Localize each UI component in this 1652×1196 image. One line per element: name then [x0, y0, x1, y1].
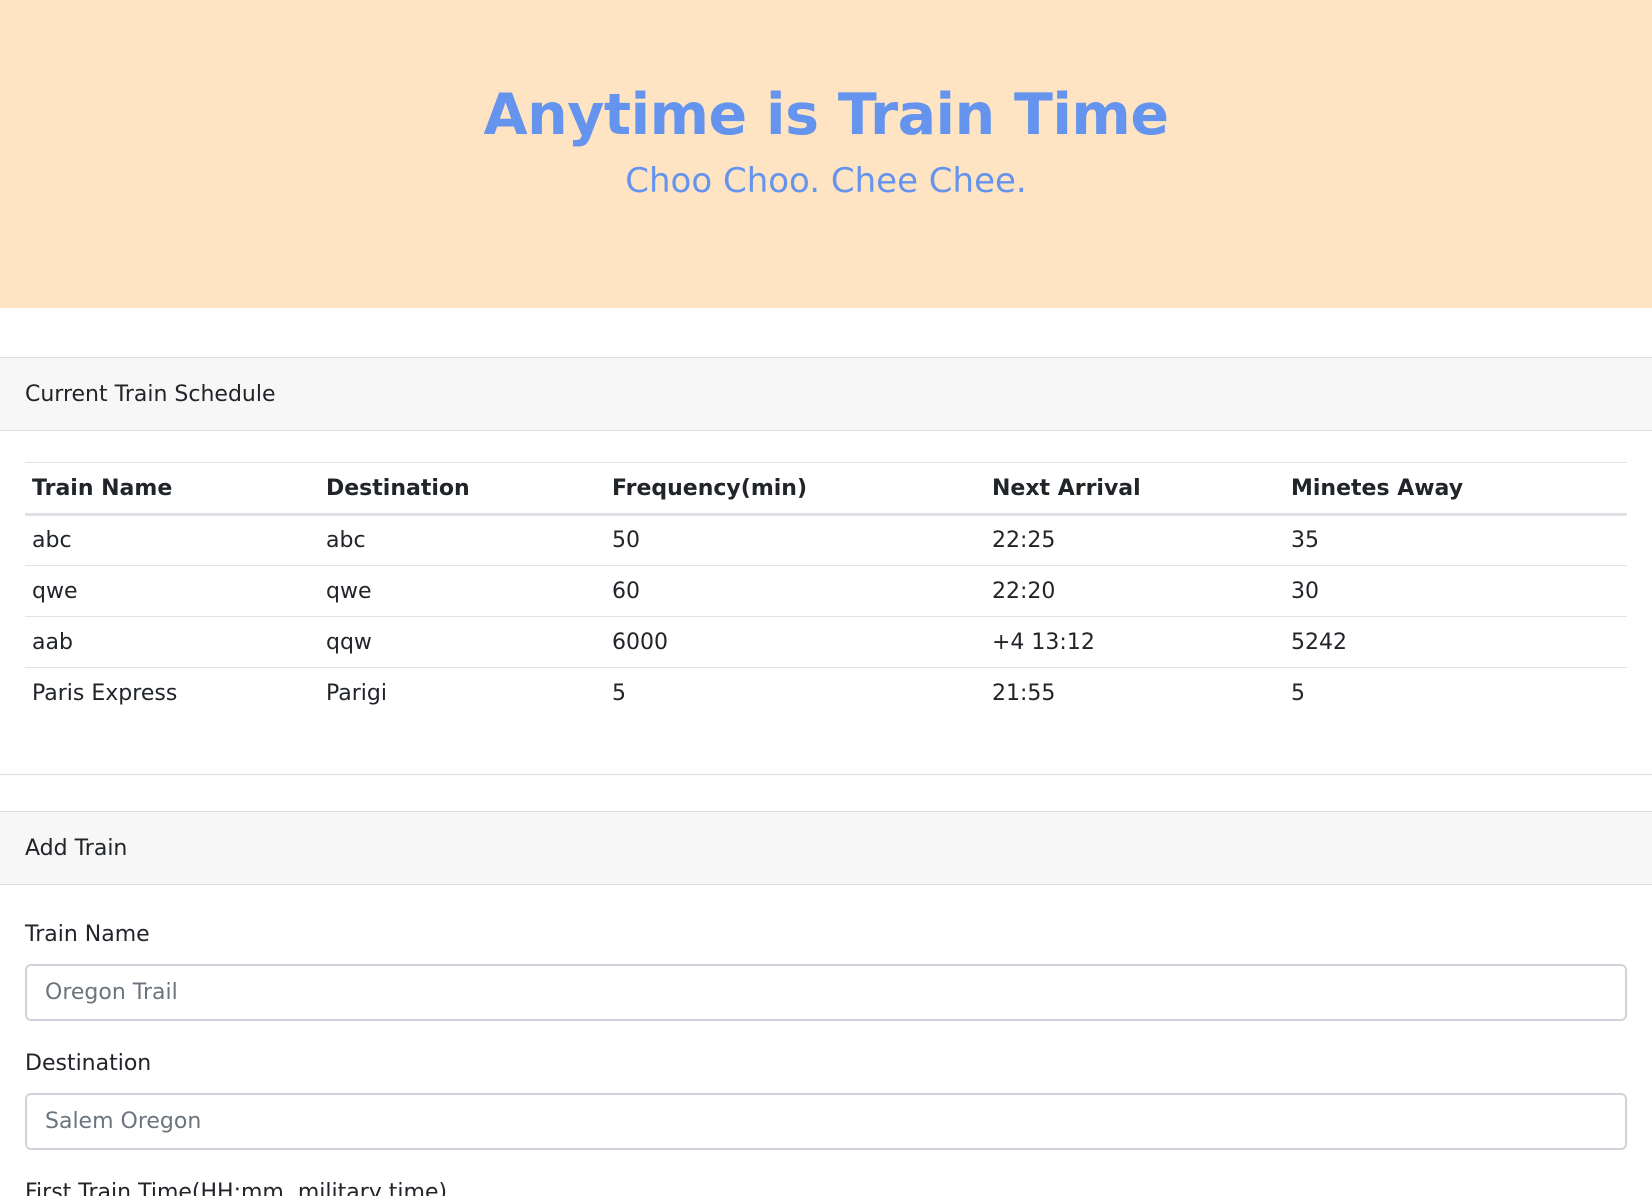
destination-label: Destination — [25, 1051, 152, 1076]
add-train-card-header: Add Train — [0, 812, 1652, 885]
cell-destination: qwe — [319, 565, 605, 617]
cell-train-name: qwe — [25, 565, 319, 617]
schedule-table-body: abc abc 50 22:25 35 qwe qwe 60 22:20 30 — [25, 515, 1627, 719]
page-subtitle: Choo Choo. Chee Chee. — [625, 161, 1027, 201]
cell-minutes-away: 30 — [1284, 565, 1627, 617]
cell-minutes-away: 5 — [1284, 667, 1627, 719]
schedule-card: Current Train Schedule Train Name Destin… — [0, 357, 1652, 775]
cell-next-arrival: 22:20 — [985, 565, 1284, 617]
column-header-next-arrival: Next Arrival — [992, 475, 1141, 501]
column-header-minutes-away: Minetes Away — [1291, 475, 1464, 501]
schedule-table: Train Name Destination Frequency(min) Ne… — [25, 462, 1627, 719]
cell-minutes-away: 35 — [1291, 528, 1319, 553]
first-train-time-label: First Train Time(HH:mm, military time) — [25, 1180, 448, 1196]
cell-train-name: aab — [25, 616, 319, 668]
cell-train-name: Paris Express — [25, 667, 319, 719]
train-name-input[interactable] — [25, 964, 1627, 1021]
column-header-frequency: Frequency(min) — [612, 475, 808, 501]
table-header-row: Train Name Destination Frequency(min) Ne… — [25, 462, 1627, 515]
cell-next-arrival: +4 13:12 — [985, 616, 1284, 668]
destination-input[interactable] — [25, 1093, 1627, 1150]
cell-next-arrival: 21:55 — [985, 667, 1284, 719]
train-name-label: Train Name — [25, 922, 150, 947]
column-header-destination: Destination — [326, 475, 470, 501]
cell-minutes-away: 5242 — [1284, 616, 1627, 668]
schedule-table-head: Train Name Destination Frequency(min) Ne… — [25, 462, 1627, 515]
cell-frequency: 6000 — [605, 616, 985, 668]
add-train-card: Add Train Train Name Destination First T… — [0, 811, 1652, 1196]
table-row: qwe qwe 60 22:20 30 — [25, 565, 1627, 617]
schedule-card-header: Current Train Schedule — [0, 358, 1652, 431]
cell-frequency: 5 — [605, 667, 985, 719]
column-header-train-name: Train Name — [32, 475, 173, 501]
table-row: aab qqw 6000 +4 13:12 5242 — [25, 616, 1627, 668]
cell-frequency: 50 — [612, 528, 640, 553]
table-row: Paris Express Parigi 5 21:55 5 — [25, 667, 1627, 719]
cell-destination: abc — [326, 528, 366, 553]
cell-next-arrival: 22:25 — [992, 528, 1056, 553]
page: Anytime is Train Time Choo Choo. Chee Ch… — [0, 0, 1652, 1196]
cell-destination: qqw — [319, 616, 605, 668]
cell-destination: Parigi — [319, 667, 605, 719]
page-title: Anytime is Train Time — [483, 82, 1169, 148]
cell-train-name: abc — [32, 528, 72, 553]
cell-frequency: 60 — [605, 565, 985, 617]
schedule-table-wrap: Train Name Destination Frequency(min) Ne… — [25, 462, 1627, 719]
table-row: abc abc 50 22:25 35 — [25, 515, 1627, 566]
hero-banner: Anytime is Train Time Choo Choo. Chee Ch… — [0, 0, 1652, 308]
